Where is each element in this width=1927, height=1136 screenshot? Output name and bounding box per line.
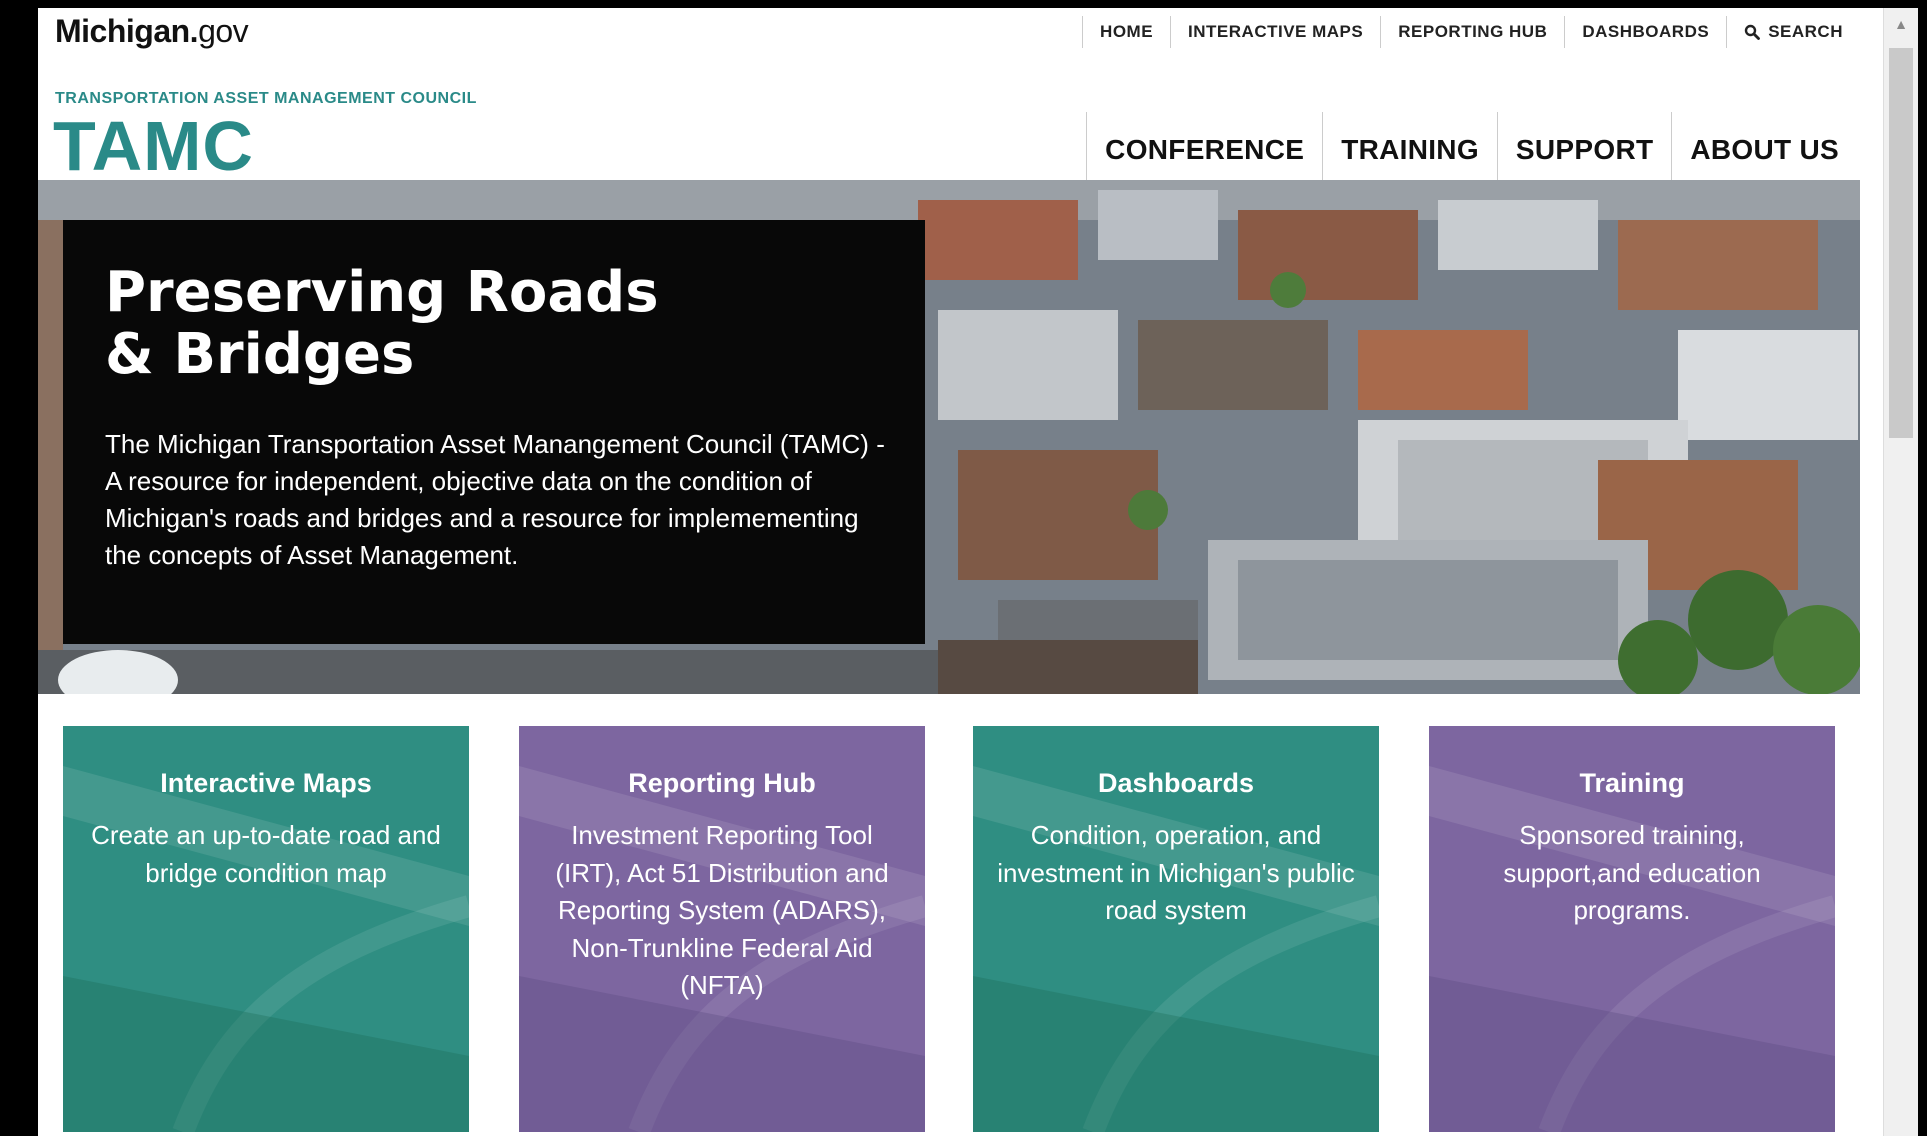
card-description: Create an up-to-date road and bridge con… [91, 820, 441, 888]
utility-nav: HOME INTERACTIVE MAPS REPORTING HUB DASH… [1082, 16, 1860, 48]
hero-banner: Preserving Roads & Bridges The Michigan … [38, 180, 1860, 694]
card-title: Training [1579, 768, 1685, 798]
search-icon [1745, 24, 1761, 40]
michigan-gov-logo[interactable]: Michigan.gov [55, 14, 249, 48]
browser-page: Michigan.gov HOME INTERACTIVE MAPS REPOR… [38, 8, 1918, 1136]
hero-description: The Michigan Transportation Asset Manang… [105, 429, 885, 570]
main-nav: CONFERENCE TRAINING SUPPORT ABOUT US [1086, 112, 1857, 188]
card-description: Sponsored training, support,and educatio… [1503, 820, 1761, 925]
search-button[interactable]: SEARCH [1726, 16, 1860, 48]
scrollbar-thumb[interactable] [1889, 48, 1913, 438]
card-title: Interactive Maps [160, 768, 372, 798]
utility-bar: Michigan.gov HOME INTERACTIVE MAPS REPOR… [38, 8, 1860, 57]
nav-training[interactable]: TRAINING [1322, 112, 1497, 188]
vertical-scrollbar[interactable]: ▲ [1883, 8, 1918, 1136]
util-nav-dashboards[interactable]: DASHBOARDS [1564, 16, 1726, 48]
util-nav-home[interactable]: HOME [1082, 16, 1170, 48]
util-nav-reporting-hub[interactable]: REPORTING HUB [1380, 16, 1564, 48]
nav-about-us[interactable]: ABOUT US [1671, 112, 1857, 188]
card-reporting-hub[interactable]: Reporting Hub Investment Reporting Tool … [519, 726, 925, 1132]
card-title: Dashboards [1097, 768, 1255, 798]
card-training[interactable]: Training Sponsored training, support,and… [1429, 726, 1835, 1132]
site-header: TRANSPORTATION ASSET MANAGEMENT COUNCIL … [38, 56, 1860, 188]
nav-conference[interactable]: CONFERENCE [1086, 112, 1322, 188]
tamc-logo[interactable]: TAMC [53, 106, 254, 186]
card-title: Reporting Hub [628, 768, 816, 798]
card-interactive-maps[interactable]: Interactive Maps Create an up-to-date ro… [63, 726, 469, 1132]
nav-support[interactable]: SUPPORT [1496, 112, 1671, 188]
card-description: Condition, operation, and investment in … [997, 820, 1355, 925]
hero-text-panel: Preserving Roads & Bridges The Michigan … [63, 220, 925, 644]
card-dashboards[interactable]: Dashboards Condition, operation, and inv… [973, 726, 1379, 1132]
card-description: Investment Reporting Tool (IRT), Act 51 … [555, 820, 889, 1000]
search-label: SEARCH [1768, 22, 1843, 41]
scroll-up-arrow-icon[interactable]: ▲ [1884, 8, 1918, 40]
feature-cards: Interactive Maps Create an up-to-date ro… [63, 726, 1839, 1132]
util-nav-interactive-maps[interactable]: INTERACTIVE MAPS [1170, 16, 1380, 48]
hero-title: Preserving Roads & Bridges [105, 260, 659, 387]
